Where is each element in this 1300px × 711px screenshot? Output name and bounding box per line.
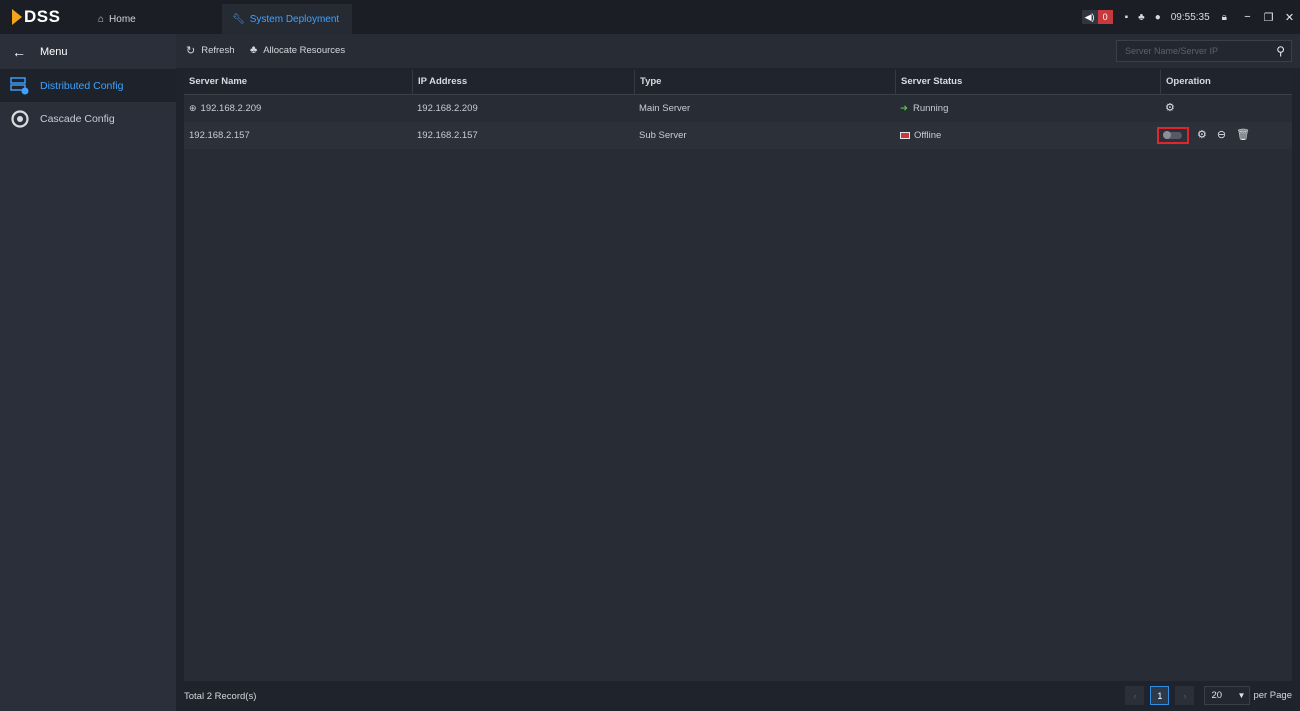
ip-address-cell: 192.168.2.157 (417, 130, 478, 141)
refresh-label: Refresh (201, 45, 235, 56)
refresh-button[interactable]: ↻ Refresh (186, 44, 234, 57)
type-cell: Sub Server (639, 130, 687, 141)
column-header-operation[interactable]: Operation (1160, 70, 1292, 94)
alarm-counter[interactable]: ◀) 0 (1081, 10, 1113, 24)
type-cell: Main Server (639, 103, 691, 114)
close-button[interactable]: ✕ (1279, 11, 1300, 24)
server-name-cell: ⊕ 192.168.2.209 (184, 95, 412, 122)
user-icon[interactable]: ● (1155, 12, 1161, 23)
settings-gear-icon[interactable]: ⚙ (1165, 95, 1175, 122)
sidebar-item-label: Distributed Config (40, 79, 124, 92)
sidebar-item-label: Cascade Config (40, 112, 115, 125)
column-header-server-status[interactable]: Server Status (895, 70, 1160, 94)
sidebar-item-cascade-config[interactable]: Cascade Config (0, 102, 176, 135)
tab-system-deployment-label: System Deployment (249, 13, 340, 25)
column-header-type[interactable]: Type (634, 70, 895, 94)
records-label: Record(s) (214, 691, 257, 702)
per-page-label: per Page (1253, 690, 1292, 701)
refresh-icon: ↻ (186, 45, 196, 57)
cascade-config-icon (10, 109, 30, 128)
speaker-icon: ◀) (1084, 11, 1095, 22)
operation-cell: ⚙ (1160, 95, 1292, 122)
sidebar-item-distributed-config[interactable]: Distributed Config (0, 69, 176, 102)
menu-label: Menu (40, 45, 68, 58)
search-box: ⚲ (1116, 40, 1292, 62)
logo-text: DSS (24, 7, 61, 26)
hierarchy-icon: ♣ (250, 44, 258, 56)
menu-header[interactable]: ← Menu (0, 34, 176, 69)
current-page-button[interactable]: 1 (1150, 686, 1170, 705)
server-name: 192.168.2.209 (200, 103, 262, 114)
prev-page-button[interactable]: ‹ (1125, 686, 1145, 705)
minimize-button[interactable]: − (1237, 11, 1258, 23)
page-size-value: 20 (1211, 690, 1223, 701)
home-icon: ⌂ (98, 13, 105, 25)
server-name-cell: 192.168.2.157 (189, 130, 250, 141)
app-logo: DSS (12, 7, 60, 27)
status-text: Offline (914, 130, 942, 141)
wrench-icon: 🔧︎ (232, 13, 245, 25)
alarm-count: 0 (1097, 10, 1113, 24)
sidebar: ← Menu Distributed Config Cascade Config (0, 34, 176, 711)
delete-trash-icon[interactable]: 🗑︎ (1236, 122, 1250, 149)
globe-icon: ⊕ (189, 103, 197, 113)
total-count: 2 (206, 691, 213, 702)
table-footer: Total 2 Record(s) ‹ 1 › 20 ▼ per Page (176, 681, 1300, 711)
allocate-resources-button[interactable]: ♣ Allocate Resources (250, 44, 345, 56)
record-total: Total 2 Record(s) (184, 691, 256, 702)
lock-icon[interactable]: 🔒︎ (1222, 12, 1227, 23)
total-label: Total (184, 691, 205, 702)
running-arrow-icon: ➜ (900, 103, 908, 114)
toolbar: ↻ Refresh ♣ Allocate Resources ⚲ (176, 34, 1300, 68)
tab-home-label: Home (109, 13, 136, 25)
table-header: Server Name IP Address Type Server Statu… (184, 70, 1292, 95)
tab-system-deployment[interactable]: 🔧︎ System Deployment (222, 4, 352, 34)
page-size-select[interactable]: 20 ▼ (1204, 686, 1251, 705)
operation-cell: ⚙ ⊖ 🗑︎ (1157, 122, 1292, 149)
restore-button[interactable]: ❐ (1258, 11, 1279, 24)
status-cell: Offline (895, 122, 1160, 149)
title-bar: DSS ⌂ Home 🔧︎ System Deployment ◀) 0 ▪ ♣… (0, 0, 1300, 34)
table-row[interactable]: ⊕ 192.168.2.209 192.168.2.209 Main Server… (184, 95, 1292, 122)
message-icon[interactable]: ▪ (1125, 12, 1129, 23)
clock: 09:55:35 (1170, 11, 1210, 23)
system-tray: ◀) 0 ▪ ♣ ● 09:55:35 🔒︎ − ❐ ✕ (1081, 0, 1300, 34)
disconnect-minus-icon[interactable]: ⊖ (1217, 122, 1226, 149)
network-icon[interactable]: ♣ (1138, 12, 1145, 23)
enable-toggle-switch[interactable] (1163, 131, 1182, 139)
chevron-down-icon: ▼ (1237, 691, 1246, 700)
table-row[interactable]: 192.168.2.157 192.168.2.157 Sub Server O… (184, 122, 1292, 149)
back-arrow-icon[interactable]: ← (12, 44, 26, 60)
status-text: Running (912, 103, 949, 114)
enable-toggle-highlight[interactable] (1157, 127, 1189, 144)
status-cell: ➜ Running (895, 95, 1160, 122)
distributed-config-icon (10, 76, 30, 95)
column-header-ip-address[interactable]: IP Address (412, 70, 634, 94)
allocate-resources-label: Allocate Resources (263, 44, 346, 56)
search-icon[interactable]: ⚲ (1276, 44, 1285, 58)
settings-gear-icon[interactable]: ⚙ (1197, 122, 1207, 149)
next-page-button[interactable]: › (1175, 686, 1195, 705)
column-header-server-name[interactable]: Server Name (184, 70, 412, 94)
pagination: ‹ 1 › 20 ▼ per Page (1119, 686, 1292, 705)
search-input[interactable] (1117, 41, 1278, 61)
offline-monitor-icon (900, 131, 910, 139)
ip-address-cell: 192.168.2.209 (417, 103, 478, 114)
tab-home[interactable]: ⌂ Home (88, 4, 198, 34)
server-table: Server Name IP Address Type Server Statu… (184, 70, 1292, 681)
logo-mark (12, 9, 22, 25)
